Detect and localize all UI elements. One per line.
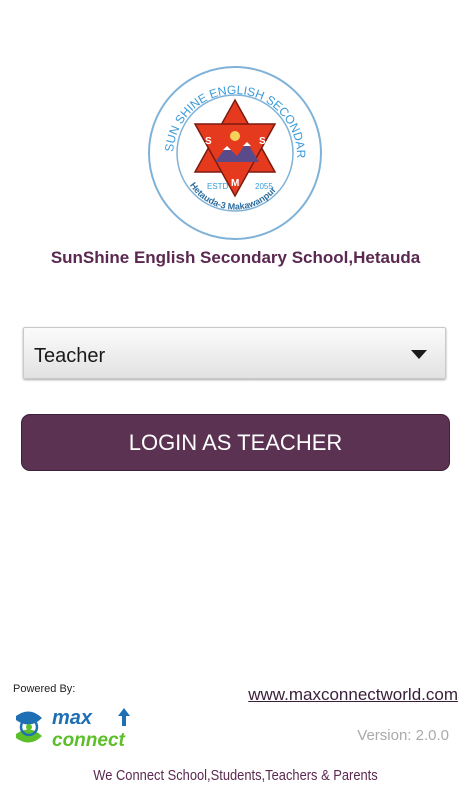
maxconnect-logo: max connect (12, 704, 172, 752)
role-dropdown-value: Teacher (34, 345, 106, 367)
powered-by-label: Powered By: (13, 683, 76, 695)
version-label: Version: 2.0.0 (357, 727, 449, 744)
logo-estd: ESTD (207, 182, 229, 191)
maxconnect-emblem-icon (16, 711, 42, 743)
logo-initial-4: M (231, 178, 239, 189)
brand-max: max (52, 707, 93, 729)
role-dropdown[interactable]: Teacher (23, 327, 446, 379)
chevron-down-icon (411, 350, 427, 359)
tagline: We Connect School,Students,Teachers & Pa… (93, 767, 378, 784)
logo-initial-2: S (259, 136, 266, 147)
school-name: SunShine English Secondary School,Hetaud… (50, 248, 421, 267)
brand-connect: connect (52, 730, 126, 751)
logo-initial-1: S (205, 136, 212, 147)
login-button[interactable]: LOGIN AS TEACHER (21, 414, 450, 471)
arrow-up-icon (118, 708, 130, 726)
website-link[interactable]: www.maxconnectworld.com (248, 685, 458, 705)
school-logo: SUN SHINE ENGLISH SECONDARY SCHOOL S S E… (142, 53, 323, 242)
